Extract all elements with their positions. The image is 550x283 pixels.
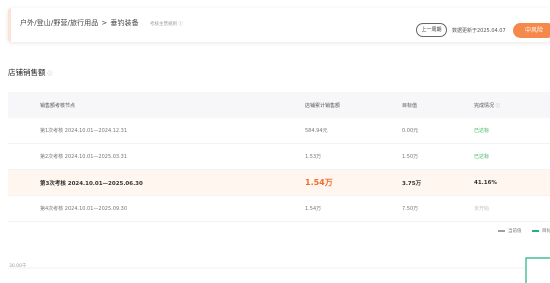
row-target: 0.00元 xyxy=(402,128,419,134)
info-icon[interactable]: ⓘ xyxy=(48,71,53,77)
row-node: 第3次考核 2024.10.01—2025.06.30 xyxy=(40,180,143,187)
breadcrumb-subcategory[interactable]: 垂钓装备 xyxy=(110,19,138,27)
data-updated-text: 数据更新于2025.04.07 xyxy=(452,28,506,34)
info-icon[interactable]: ⓘ xyxy=(496,104,501,109)
sales-chart xyxy=(8,257,550,283)
row-status: 未开始 xyxy=(474,206,490,212)
legend-swatch-target xyxy=(532,230,539,232)
legend-label-target: 目标 xyxy=(542,229,550,234)
column-header-target: 目标值 xyxy=(402,102,418,109)
assessment-rule-link[interactable]: 考核主营规则 ⓘ xyxy=(150,21,183,27)
breadcrumb-category[interactable]: 户外/登山/野营/旅行用品 xyxy=(20,19,98,27)
section-title: 店铺销售额 ⓘ xyxy=(8,67,53,78)
page-header: 户外/登山/野营/旅行用品 > 垂钓装备 考核主营规则 ⓘ 上一周期 数据更新于20… xyxy=(8,8,550,42)
row-sales: 584.94元 xyxy=(305,128,328,134)
row-target: 3.75万 xyxy=(402,180,422,187)
breadcrumb: 户外/登山/野营/旅行用品 > 垂钓装备 xyxy=(20,18,139,28)
header-accent-bar xyxy=(8,8,11,42)
row-sales: 1.54万 xyxy=(305,206,322,212)
row-sales: 1.53万 xyxy=(305,154,322,160)
table-row-current: 第3次考核 2024.10.01—2025.06.30 1.54万 3.75万 … xyxy=(8,170,550,196)
legend-swatch-current xyxy=(498,230,505,232)
column-header-node: 销售额考核节点 xyxy=(40,102,76,109)
row-target: 1.50万 xyxy=(402,154,419,160)
row-target: 7.50万 xyxy=(402,206,419,212)
column-header-status: 完成情况 ⓘ xyxy=(474,102,500,109)
table-header: 销售额考核节点 店铺累计销售额 目标值 完成情况 ⓘ xyxy=(8,92,550,118)
row-node: 第4次考核 2024.10.01—2025.09.30 xyxy=(40,206,128,212)
breadcrumb-separator: > xyxy=(101,19,108,27)
info-icon: ⓘ xyxy=(178,22,183,27)
row-sales: 1.54万 xyxy=(305,178,333,187)
table-row: 第1次考核 2024.10.01—2024.12.31 584.94元 0.00… xyxy=(8,118,550,144)
row-status: 已达标 xyxy=(474,154,490,160)
column-header-sales: 店铺累计销售额 xyxy=(305,102,341,109)
row-node: 第2次考核 2024.10.01—2025.03.31 xyxy=(40,154,128,160)
assessment-rule-label: 考核主营规则 xyxy=(150,22,177,27)
row-status: 已达标 xyxy=(474,128,490,134)
table-row: 第2次考核 2024.10.01—2025.03.31 1.53万 1.50万 … xyxy=(8,144,550,170)
section-title-text: 店铺销售额 xyxy=(8,68,46,77)
sales-assessment-table: 销售额考核节点 店铺累计销售额 目标值 完成情况 ⓘ 第1次考核 2024.10… xyxy=(8,92,550,222)
target-line xyxy=(525,257,550,283)
column-header-status-label: 完成情况 xyxy=(474,102,495,109)
row-status: 41.16% xyxy=(474,179,497,186)
risk-level-button[interactable]: 中风险 xyxy=(513,23,550,38)
legend-item-current[interactable]: 当前值 xyxy=(498,228,522,234)
table-row: 第4次考核 2024.10.01—2025.09.30 1.54万 7.50万 … xyxy=(8,196,550,222)
previous-period-button[interactable]: 上一周期 xyxy=(416,23,447,37)
row-node: 第1次考核 2024.10.01—2024.12.31 xyxy=(40,128,128,134)
legend-item-target[interactable]: 目标 xyxy=(532,228,550,234)
legend-label-current: 当前值 xyxy=(508,229,522,234)
